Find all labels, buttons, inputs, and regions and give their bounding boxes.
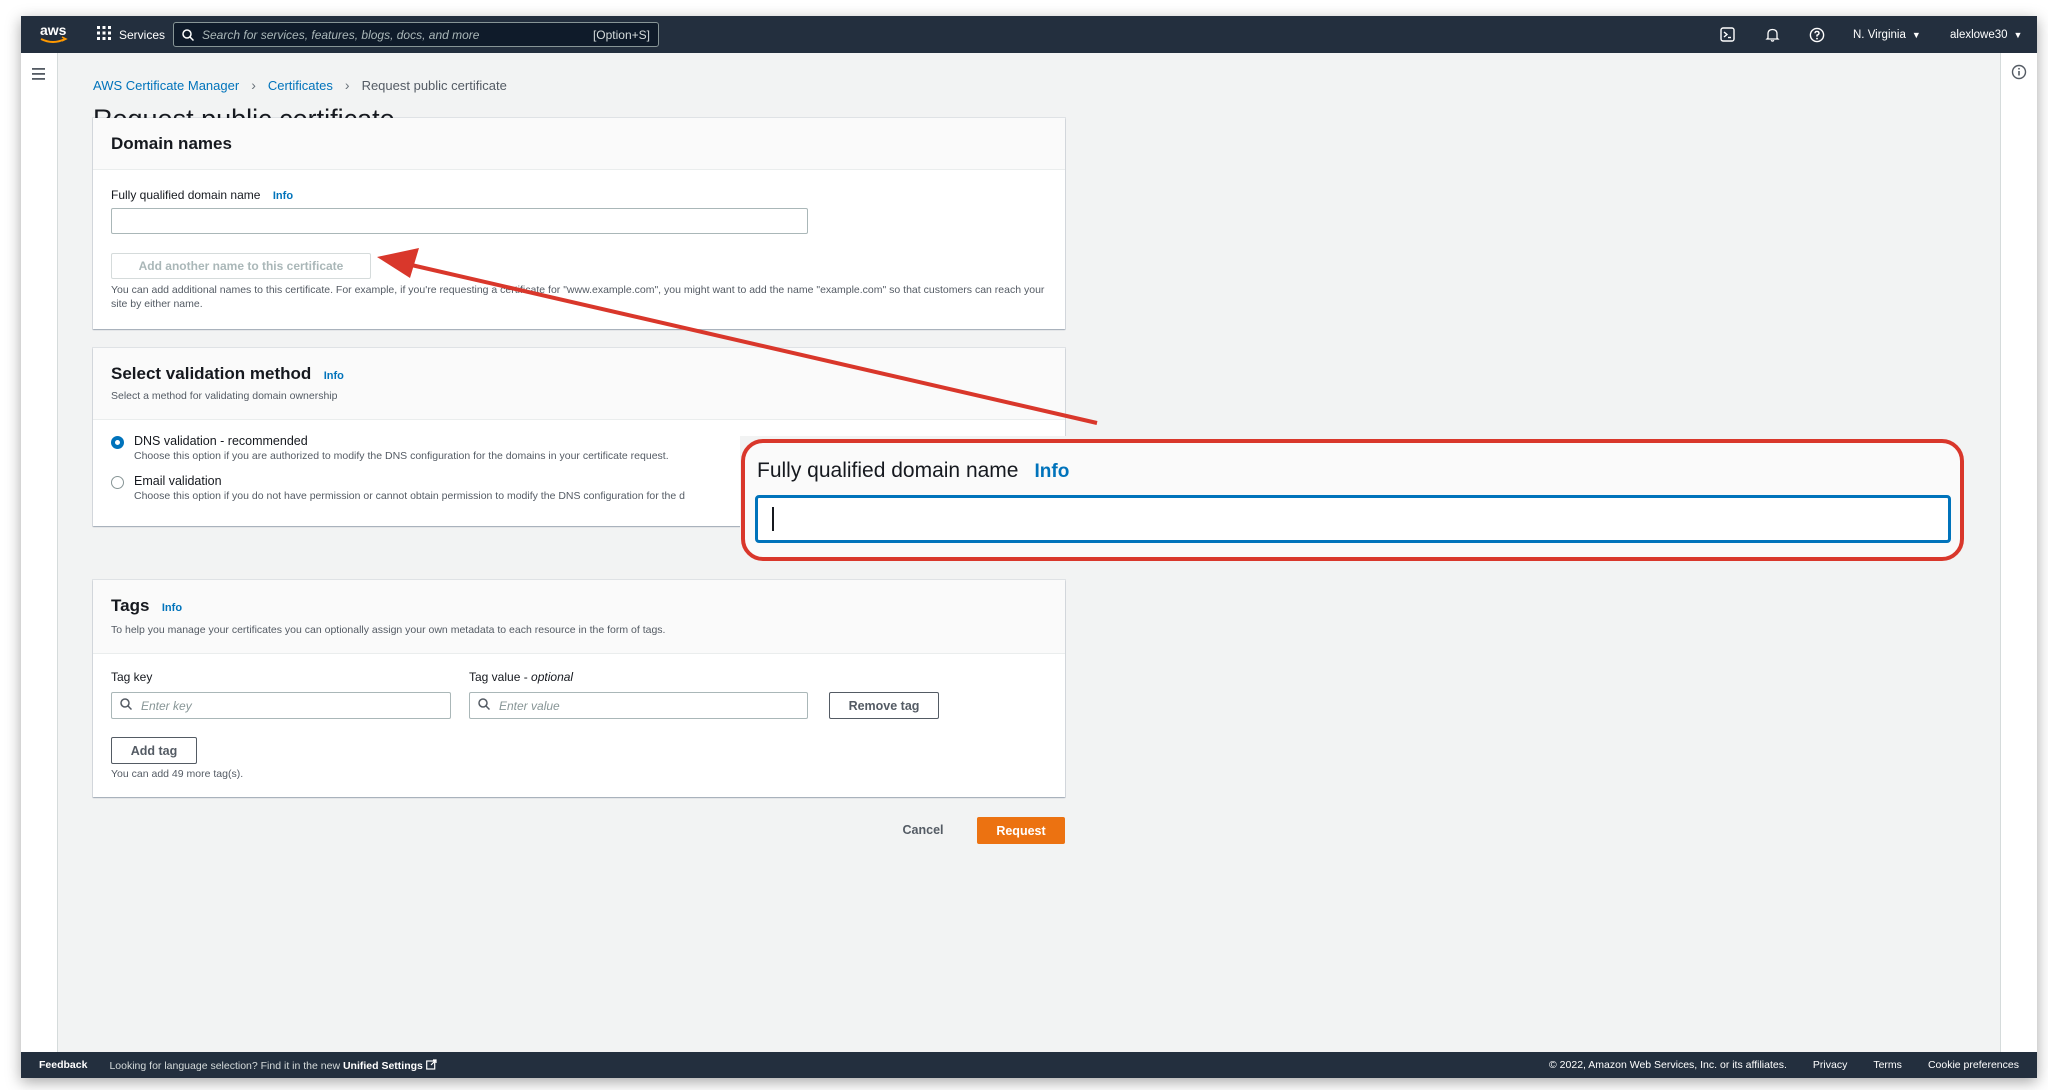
zoom-callout: Fully qualified domain name Info: [741, 439, 1964, 561]
zoom-info-link: Info: [1034, 461, 1070, 482]
browser-window: aws Services Search for services, featur…: [21, 16, 2037, 1078]
zoom-fqdn-input: [755, 495, 1951, 543]
text-cursor: [772, 507, 774, 531]
zoom-label-row: Fully qualified domain name Info: [757, 459, 1069, 483]
arrow-head-icon: [377, 248, 419, 278]
zoom-fqdn-label: Fully qualified domain name: [757, 459, 1019, 482]
